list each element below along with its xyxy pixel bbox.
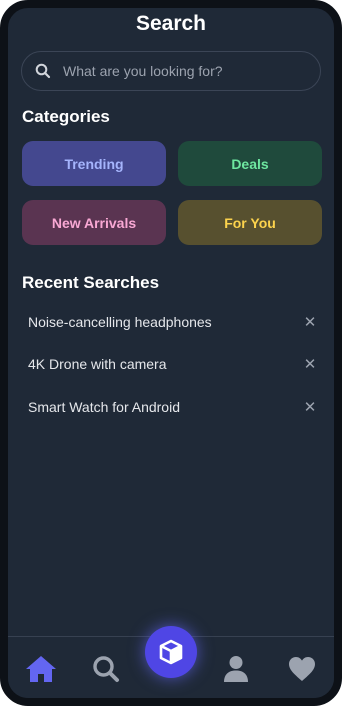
categories-heading: Categories: [22, 107, 110, 126]
nav-favorites-button[interactable]: [286, 653, 318, 685]
close-icon[interactable]: ✕: [302, 315, 318, 330]
recent-search-item[interactable]: Smart Watch for Android ✕: [28, 399, 318, 415]
recent-search-label: Smart Watch for Android: [28, 399, 180, 415]
nav-profile-button[interactable]: [220, 653, 252, 685]
center-box-button[interactable]: [145, 626, 197, 678]
search-input[interactable]: [63, 63, 293, 79]
nav-home-button[interactable]: [25, 653, 57, 685]
user-icon: [224, 656, 248, 682]
category-new-arrivals[interactable]: New Arrivals: [22, 200, 166, 245]
nav-search-button[interactable]: [90, 653, 122, 685]
category-deals[interactable]: Deals: [178, 141, 322, 186]
home-icon: [26, 656, 56, 682]
search-icon: [35, 63, 51, 79]
category-label: New Arrivals: [51, 214, 137, 231]
category-label: Trending: [64, 155, 124, 172]
category-trending[interactable]: Trending: [22, 141, 166, 186]
phone-frame: Search Categories Trending Deals New Arr…: [0, 0, 342, 706]
close-icon[interactable]: ✕: [302, 400, 318, 415]
box-icon: [159, 639, 183, 665]
search-bar[interactable]: [21, 51, 321, 91]
category-for-you[interactable]: For You: [178, 200, 322, 245]
recent-search-label: Noise-cancelling headphones: [28, 314, 212, 330]
recent-search-label: 4K Drone with camera: [28, 356, 167, 372]
recent-searches-heading: Recent Searches: [22, 273, 160, 292]
recent-search-item[interactable]: 4K Drone with camera ✕: [28, 356, 318, 372]
page-title: Search: [135, 12, 207, 35]
category-label: Deals: [231, 155, 269, 172]
search-icon: [93, 656, 119, 682]
heart-icon: [289, 657, 315, 681]
recent-search-item[interactable]: Noise-cancelling headphones ✕: [28, 314, 318, 330]
close-icon[interactable]: ✕: [302, 357, 318, 372]
category-label: For You: [224, 214, 276, 231]
